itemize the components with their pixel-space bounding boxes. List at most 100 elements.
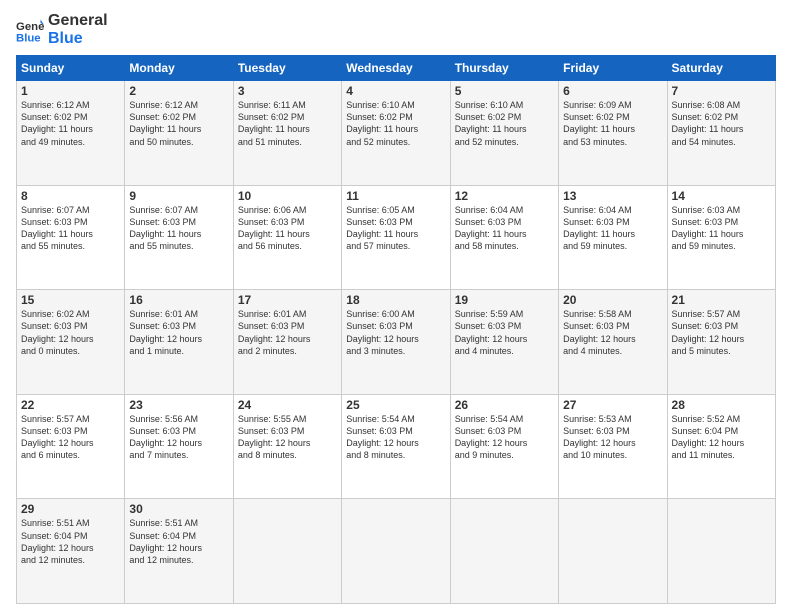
calendar-cell: 11Sunrise: 6:05 AM Sunset: 6:03 PM Dayli… <box>342 185 450 290</box>
day-number: 3 <box>238 84 337 98</box>
day-number: 11 <box>346 189 445 203</box>
svg-text:Blue: Blue <box>16 32 41 44</box>
svg-text:General: General <box>16 21 44 33</box>
day-number: 6 <box>563 84 662 98</box>
day-number: 5 <box>455 84 554 98</box>
calendar-cell: 29Sunrise: 5:51 AM Sunset: 6:04 PM Dayli… <box>17 499 125 604</box>
logo: General Blue General Blue <box>16 12 108 47</box>
calendar-cell: 17Sunrise: 6:01 AM Sunset: 6:03 PM Dayli… <box>233 290 341 395</box>
calendar-cell: 27Sunrise: 5:53 AM Sunset: 6:03 PM Dayli… <box>559 394 667 499</box>
day-number: 13 <box>563 189 662 203</box>
day-number: 4 <box>346 84 445 98</box>
cell-daylight-info: Sunrise: 6:00 AM Sunset: 6:03 PM Dayligh… <box>346 308 445 357</box>
day-number: 14 <box>672 189 771 203</box>
calendar-cell: 25Sunrise: 5:54 AM Sunset: 6:03 PM Dayli… <box>342 394 450 499</box>
cell-daylight-info: Sunrise: 6:07 AM Sunset: 6:03 PM Dayligh… <box>21 204 120 253</box>
day-number: 29 <box>21 502 120 516</box>
weekday-header-sunday: Sunday <box>17 56 125 81</box>
cell-daylight-info: Sunrise: 5:51 AM Sunset: 6:04 PM Dayligh… <box>129 517 228 566</box>
day-number: 17 <box>238 293 337 307</box>
weekday-header-saturday: Saturday <box>667 56 775 81</box>
day-number: 8 <box>21 189 120 203</box>
day-number: 28 <box>672 398 771 412</box>
cell-daylight-info: Sunrise: 6:01 AM Sunset: 6:03 PM Dayligh… <box>129 308 228 357</box>
cell-daylight-info: Sunrise: 5:57 AM Sunset: 6:03 PM Dayligh… <box>21 413 120 462</box>
calendar-cell: 5Sunrise: 6:10 AM Sunset: 6:02 PM Daylig… <box>450 81 558 186</box>
cell-daylight-info: Sunrise: 5:54 AM Sunset: 6:03 PM Dayligh… <box>455 413 554 462</box>
calendar-cell <box>233 499 341 604</box>
day-number: 20 <box>563 293 662 307</box>
day-number: 1 <box>21 84 120 98</box>
cell-daylight-info: Sunrise: 6:01 AM Sunset: 6:03 PM Dayligh… <box>238 308 337 357</box>
day-number: 27 <box>563 398 662 412</box>
logo-icon: General Blue <box>16 16 44 44</box>
cell-daylight-info: Sunrise: 6:09 AM Sunset: 6:02 PM Dayligh… <box>563 99 662 148</box>
page: General Blue General Blue SundayMondayTu… <box>0 0 792 612</box>
day-number: 12 <box>455 189 554 203</box>
cell-daylight-info: Sunrise: 5:55 AM Sunset: 6:03 PM Dayligh… <box>238 413 337 462</box>
calendar-cell: 7Sunrise: 6:08 AM Sunset: 6:02 PM Daylig… <box>667 81 775 186</box>
calendar-cell: 1Sunrise: 6:12 AM Sunset: 6:02 PM Daylig… <box>17 81 125 186</box>
cell-daylight-info: Sunrise: 6:03 AM Sunset: 6:03 PM Dayligh… <box>672 204 771 253</box>
cell-daylight-info: Sunrise: 6:10 AM Sunset: 6:02 PM Dayligh… <box>346 99 445 148</box>
calendar-cell: 30Sunrise: 5:51 AM Sunset: 6:04 PM Dayli… <box>125 499 233 604</box>
calendar-cell: 8Sunrise: 6:07 AM Sunset: 6:03 PM Daylig… <box>17 185 125 290</box>
cell-daylight-info: Sunrise: 5:52 AM Sunset: 6:04 PM Dayligh… <box>672 413 771 462</box>
calendar-cell: 18Sunrise: 6:00 AM Sunset: 6:03 PM Dayli… <box>342 290 450 395</box>
calendar-cell: 26Sunrise: 5:54 AM Sunset: 6:03 PM Dayli… <box>450 394 558 499</box>
logo-text-line2: Blue <box>48 30 108 48</box>
cell-daylight-info: Sunrise: 6:06 AM Sunset: 6:03 PM Dayligh… <box>238 204 337 253</box>
day-number: 18 <box>346 293 445 307</box>
calendar-cell <box>342 499 450 604</box>
day-number: 26 <box>455 398 554 412</box>
cell-daylight-info: Sunrise: 5:51 AM Sunset: 6:04 PM Dayligh… <box>21 517 120 566</box>
calendar-cell: 4Sunrise: 6:10 AM Sunset: 6:02 PM Daylig… <box>342 81 450 186</box>
cell-daylight-info: Sunrise: 6:02 AM Sunset: 6:03 PM Dayligh… <box>21 308 120 357</box>
calendar-cell: 10Sunrise: 6:06 AM Sunset: 6:03 PM Dayli… <box>233 185 341 290</box>
cell-daylight-info: Sunrise: 5:54 AM Sunset: 6:03 PM Dayligh… <box>346 413 445 462</box>
day-number: 21 <box>672 293 771 307</box>
day-number: 30 <box>129 502 228 516</box>
weekday-header-monday: Monday <box>125 56 233 81</box>
calendar-cell: 9Sunrise: 6:07 AM Sunset: 6:03 PM Daylig… <box>125 185 233 290</box>
day-number: 10 <box>238 189 337 203</box>
calendar-cell: 6Sunrise: 6:09 AM Sunset: 6:02 PM Daylig… <box>559 81 667 186</box>
cell-daylight-info: Sunrise: 5:58 AM Sunset: 6:03 PM Dayligh… <box>563 308 662 357</box>
day-number: 23 <box>129 398 228 412</box>
day-number: 2 <box>129 84 228 98</box>
cell-daylight-info: Sunrise: 6:10 AM Sunset: 6:02 PM Dayligh… <box>455 99 554 148</box>
calendar-table: SundayMondayTuesdayWednesdayThursdayFrid… <box>16 55 776 604</box>
day-number: 15 <box>21 293 120 307</box>
cell-daylight-info: Sunrise: 5:59 AM Sunset: 6:03 PM Dayligh… <box>455 308 554 357</box>
calendar-cell: 24Sunrise: 5:55 AM Sunset: 6:03 PM Dayli… <box>233 394 341 499</box>
calendar-cell: 14Sunrise: 6:03 AM Sunset: 6:03 PM Dayli… <box>667 185 775 290</box>
calendar-cell: 3Sunrise: 6:11 AM Sunset: 6:02 PM Daylig… <box>233 81 341 186</box>
calendar-cell: 20Sunrise: 5:58 AM Sunset: 6:03 PM Dayli… <box>559 290 667 395</box>
cell-daylight-info: Sunrise: 6:12 AM Sunset: 6:02 PM Dayligh… <box>129 99 228 148</box>
cell-daylight-info: Sunrise: 5:53 AM Sunset: 6:03 PM Dayligh… <box>563 413 662 462</box>
cell-daylight-info: Sunrise: 6:12 AM Sunset: 6:02 PM Dayligh… <box>21 99 120 148</box>
weekday-header-wednesday: Wednesday <box>342 56 450 81</box>
calendar-cell: 21Sunrise: 5:57 AM Sunset: 6:03 PM Dayli… <box>667 290 775 395</box>
calendar-cell <box>559 499 667 604</box>
calendar-cell: 16Sunrise: 6:01 AM Sunset: 6:03 PM Dayli… <box>125 290 233 395</box>
logo-text-line1: General <box>48 12 108 30</box>
calendar-cell: 22Sunrise: 5:57 AM Sunset: 6:03 PM Dayli… <box>17 394 125 499</box>
cell-daylight-info: Sunrise: 5:56 AM Sunset: 6:03 PM Dayligh… <box>129 413 228 462</box>
cell-daylight-info: Sunrise: 6:11 AM Sunset: 6:02 PM Dayligh… <box>238 99 337 148</box>
cell-daylight-info: Sunrise: 6:08 AM Sunset: 6:02 PM Dayligh… <box>672 99 771 148</box>
calendar-cell: 13Sunrise: 6:04 AM Sunset: 6:03 PM Dayli… <box>559 185 667 290</box>
day-number: 22 <box>21 398 120 412</box>
day-number: 16 <box>129 293 228 307</box>
calendar-cell <box>667 499 775 604</box>
calendar-cell <box>450 499 558 604</box>
calendar-cell: 15Sunrise: 6:02 AM Sunset: 6:03 PM Dayli… <box>17 290 125 395</box>
calendar-cell: 23Sunrise: 5:56 AM Sunset: 6:03 PM Dayli… <box>125 394 233 499</box>
cell-daylight-info: Sunrise: 5:57 AM Sunset: 6:03 PM Dayligh… <box>672 308 771 357</box>
day-number: 19 <box>455 293 554 307</box>
cell-daylight-info: Sunrise: 6:05 AM Sunset: 6:03 PM Dayligh… <box>346 204 445 253</box>
calendar-cell: 2Sunrise: 6:12 AM Sunset: 6:02 PM Daylig… <box>125 81 233 186</box>
cell-daylight-info: Sunrise: 6:07 AM Sunset: 6:03 PM Dayligh… <box>129 204 228 253</box>
day-number: 9 <box>129 189 228 203</box>
calendar-cell: 28Sunrise: 5:52 AM Sunset: 6:04 PM Dayli… <box>667 394 775 499</box>
